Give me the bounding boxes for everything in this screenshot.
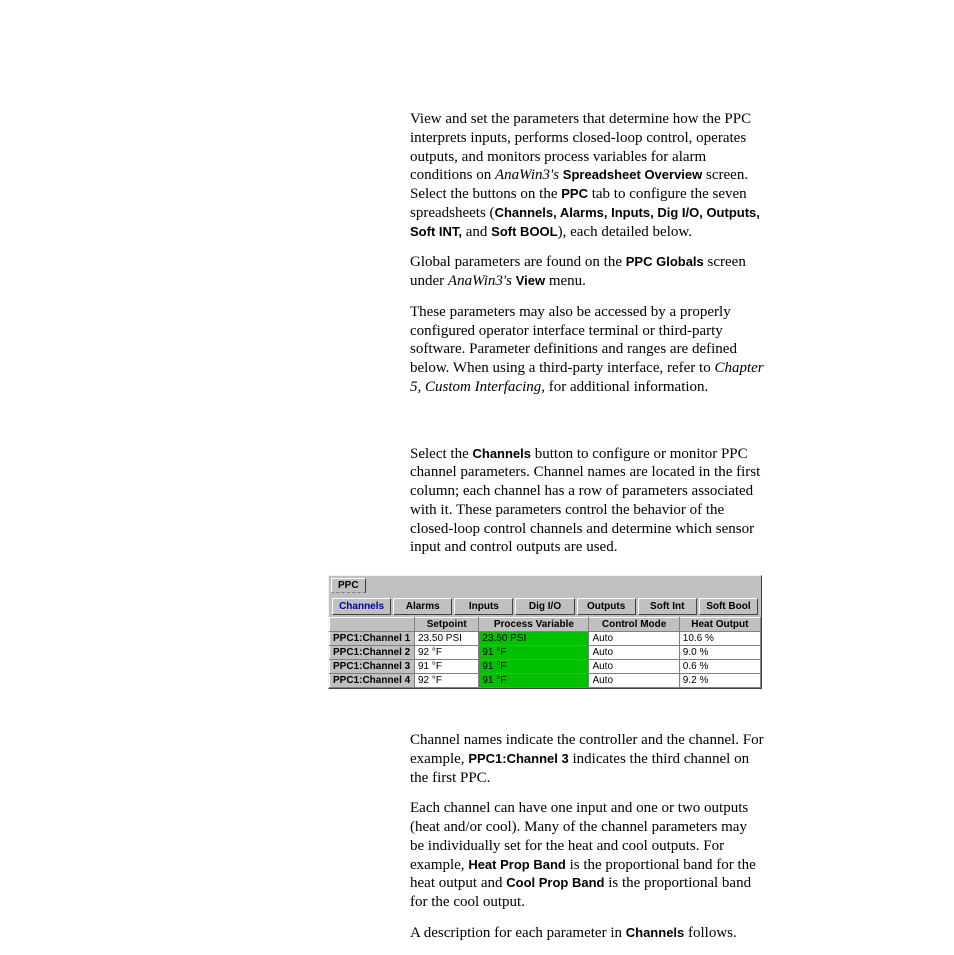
below-block: Channel names indicate the controller an… bbox=[410, 731, 764, 943]
tab-bar: PPC bbox=[329, 576, 761, 594]
col-control-mode[interactable]: Control Mode bbox=[589, 618, 679, 632]
text: A description for each parameter in bbox=[410, 925, 626, 941]
row-header[interactable]: PPC1:Channel 4 bbox=[330, 674, 415, 688]
heat-cell[interactable]: 10.6 % bbox=[679, 632, 760, 646]
text: follows. bbox=[684, 925, 737, 941]
corner-cell bbox=[330, 618, 415, 632]
setpoint-cell[interactable]: 92 °F bbox=[415, 674, 479, 688]
toolbar: Channels Alarms Inputs Dig I/O Outputs S… bbox=[329, 594, 761, 617]
spreadsheet-figure: PPC Channels Alarms Inputs Dig I/O Outpu… bbox=[328, 575, 762, 689]
mode-cell[interactable]: Auto bbox=[589, 646, 679, 660]
italic: AnaWin3's bbox=[495, 167, 559, 183]
intro-p2: Global parameters are found on the PPC G… bbox=[410, 253, 764, 291]
intro-block: View and set the parameters that determi… bbox=[410, 110, 764, 397]
table-row: PPC1:Channel 2 92 °F 91 °F Auto 9.0 % bbox=[330, 646, 761, 660]
text: ), each detailed below. bbox=[558, 224, 692, 240]
bold: Soft BOOL bbox=[491, 224, 557, 239]
italic: AnaWin3's bbox=[448, 273, 512, 289]
below-p1: Channel names indicate the controller an… bbox=[410, 731, 764, 787]
setpoint-cell[interactable]: 92 °F bbox=[415, 646, 479, 660]
soft-int-button[interactable]: Soft Int bbox=[638, 598, 697, 615]
text: These parameters may also be accessed by… bbox=[410, 304, 737, 376]
page: View and set the parameters that determi… bbox=[0, 0, 954, 943]
heat-cell[interactable]: 9.2 % bbox=[679, 674, 760, 688]
text: and bbox=[462, 224, 491, 240]
below-p2: Each channel can have one input and one … bbox=[410, 799, 764, 912]
table-row: PPC1:Channel 3 91 °F 91 °F Auto 0.6 % bbox=[330, 660, 761, 674]
col-heat-output[interactable]: Heat Output bbox=[679, 618, 760, 632]
col-process-variable[interactable]: Process Variable bbox=[479, 618, 589, 632]
bold: Cool Prop Band bbox=[506, 875, 604, 890]
pv-cell[interactable]: 91 °F bbox=[479, 674, 589, 688]
row-header[interactable]: PPC1:Channel 1 bbox=[330, 632, 415, 646]
mode-cell[interactable]: Auto bbox=[589, 674, 679, 688]
bold: View bbox=[516, 273, 545, 288]
bold: Channels bbox=[626, 925, 685, 940]
mode-cell[interactable]: Auto bbox=[589, 660, 679, 674]
text: Global parameters are found on the bbox=[410, 254, 626, 270]
table-row: PPC1:Channel 4 92 °F 91 °F Auto 9.2 % bbox=[330, 674, 761, 688]
setpoint-cell[interactable]: 91 °F bbox=[415, 660, 479, 674]
inputs-button[interactable]: Inputs bbox=[454, 598, 513, 615]
row-header[interactable]: PPC1:Channel 3 bbox=[330, 660, 415, 674]
spreadsheet-table: Setpoint Process Variable Control Mode H… bbox=[329, 617, 761, 688]
intro-p3: These parameters may also be accessed by… bbox=[410, 303, 764, 397]
table-row: PPC1:Channel 1 23.50 PSI 23.50 PSI Auto … bbox=[330, 632, 761, 646]
pv-cell[interactable]: 23.50 PSI bbox=[479, 632, 589, 646]
alarms-button[interactable]: Alarms bbox=[393, 598, 452, 615]
channels-intro-p: Select the Channels button to configure … bbox=[410, 445, 764, 558]
row-header[interactable]: PPC1:Channel 2 bbox=[330, 646, 415, 660]
tab-ppc[interactable]: PPC bbox=[331, 578, 366, 593]
soft-bool-button[interactable]: Soft Bool bbox=[699, 598, 758, 615]
below-p3: A description for each parameter in Chan… bbox=[410, 924, 764, 943]
bold: PPC1:Channel 3 bbox=[468, 751, 568, 766]
heat-cell[interactable]: 9.0 % bbox=[679, 646, 760, 660]
bold: PPC Globals bbox=[626, 254, 704, 269]
text: menu. bbox=[545, 273, 586, 289]
bold: PPC bbox=[561, 186, 588, 201]
text: Select the bbox=[410, 446, 472, 462]
bold: Channels bbox=[472, 446, 531, 461]
heat-cell[interactable]: 0.6 % bbox=[679, 660, 760, 674]
bold: Spreadsheet Overview bbox=[563, 167, 702, 182]
outputs-button[interactable]: Outputs bbox=[577, 598, 636, 615]
setpoint-cell[interactable]: 23.50 PSI bbox=[415, 632, 479, 646]
text: for additional information. bbox=[545, 379, 708, 395]
mode-cell[interactable]: Auto bbox=[589, 632, 679, 646]
pv-cell[interactable]: 91 °F bbox=[479, 646, 589, 660]
channels-button[interactable]: Channels bbox=[332, 598, 391, 615]
intro-p1: View and set the parameters that determi… bbox=[410, 110, 764, 241]
header-row: Setpoint Process Variable Control Mode H… bbox=[330, 618, 761, 632]
dig-io-button[interactable]: Dig I/O bbox=[515, 598, 574, 615]
pv-cell[interactable]: 91 °F bbox=[479, 660, 589, 674]
channels-intro: Select the Channels button to configure … bbox=[410, 445, 764, 558]
col-setpoint[interactable]: Setpoint bbox=[415, 618, 479, 632]
bold: Heat Prop Band bbox=[468, 857, 566, 872]
